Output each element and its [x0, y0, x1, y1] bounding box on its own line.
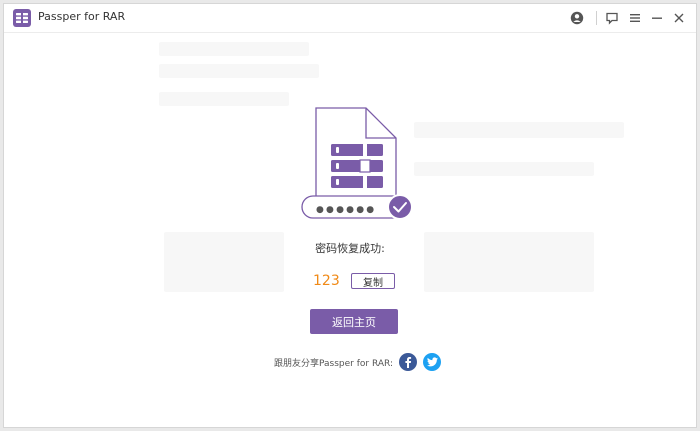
menu-icon[interactable] [626, 9, 644, 27]
background-decoration [414, 122, 624, 138]
close-icon[interactable] [670, 9, 688, 27]
return-home-button[interactable]: 返回主页 [310, 309, 398, 334]
app-logo-icon [13, 9, 31, 27]
checkmark-icon [387, 194, 413, 220]
feedback-icon[interactable] [603, 9, 621, 27]
background-decoration [159, 42, 309, 56]
background-decoration [414, 162, 594, 176]
share-label: 跟朋友分享Passper for RAR: [274, 358, 394, 369]
app-window: Passper for RAR ●●●●●● 密码恢复成功: 123 复制 返回… [3, 3, 697, 428]
copy-button[interactable]: 复制 [351, 273, 395, 289]
main-content: ●●●●●● 密码恢复成功: 123 复制 返回主页 跟朋友分享Passper … [4, 32, 696, 427]
masked-password: ●●●●●● [316, 205, 376, 215]
recovered-password: 123 [313, 273, 340, 289]
password-result-row: 123 复制 [313, 272, 395, 290]
title-bar: Passper for RAR [4, 4, 696, 33]
share-row: 跟朋友分享Passper for RAR: [274, 352, 447, 372]
twitter-icon[interactable] [423, 353, 442, 371]
success-illustration: ●●●●●● [296, 106, 416, 230]
minimize-icon[interactable] [648, 9, 666, 27]
titlebar-divider [596, 11, 597, 25]
background-decoration [159, 64, 319, 78]
app-title: Passper for RAR [38, 10, 126, 23]
success-message: 密码恢复成功: [315, 242, 385, 255]
background-decoration [159, 92, 289, 106]
facebook-icon[interactable] [399, 353, 418, 371]
account-icon[interactable] [568, 9, 586, 27]
